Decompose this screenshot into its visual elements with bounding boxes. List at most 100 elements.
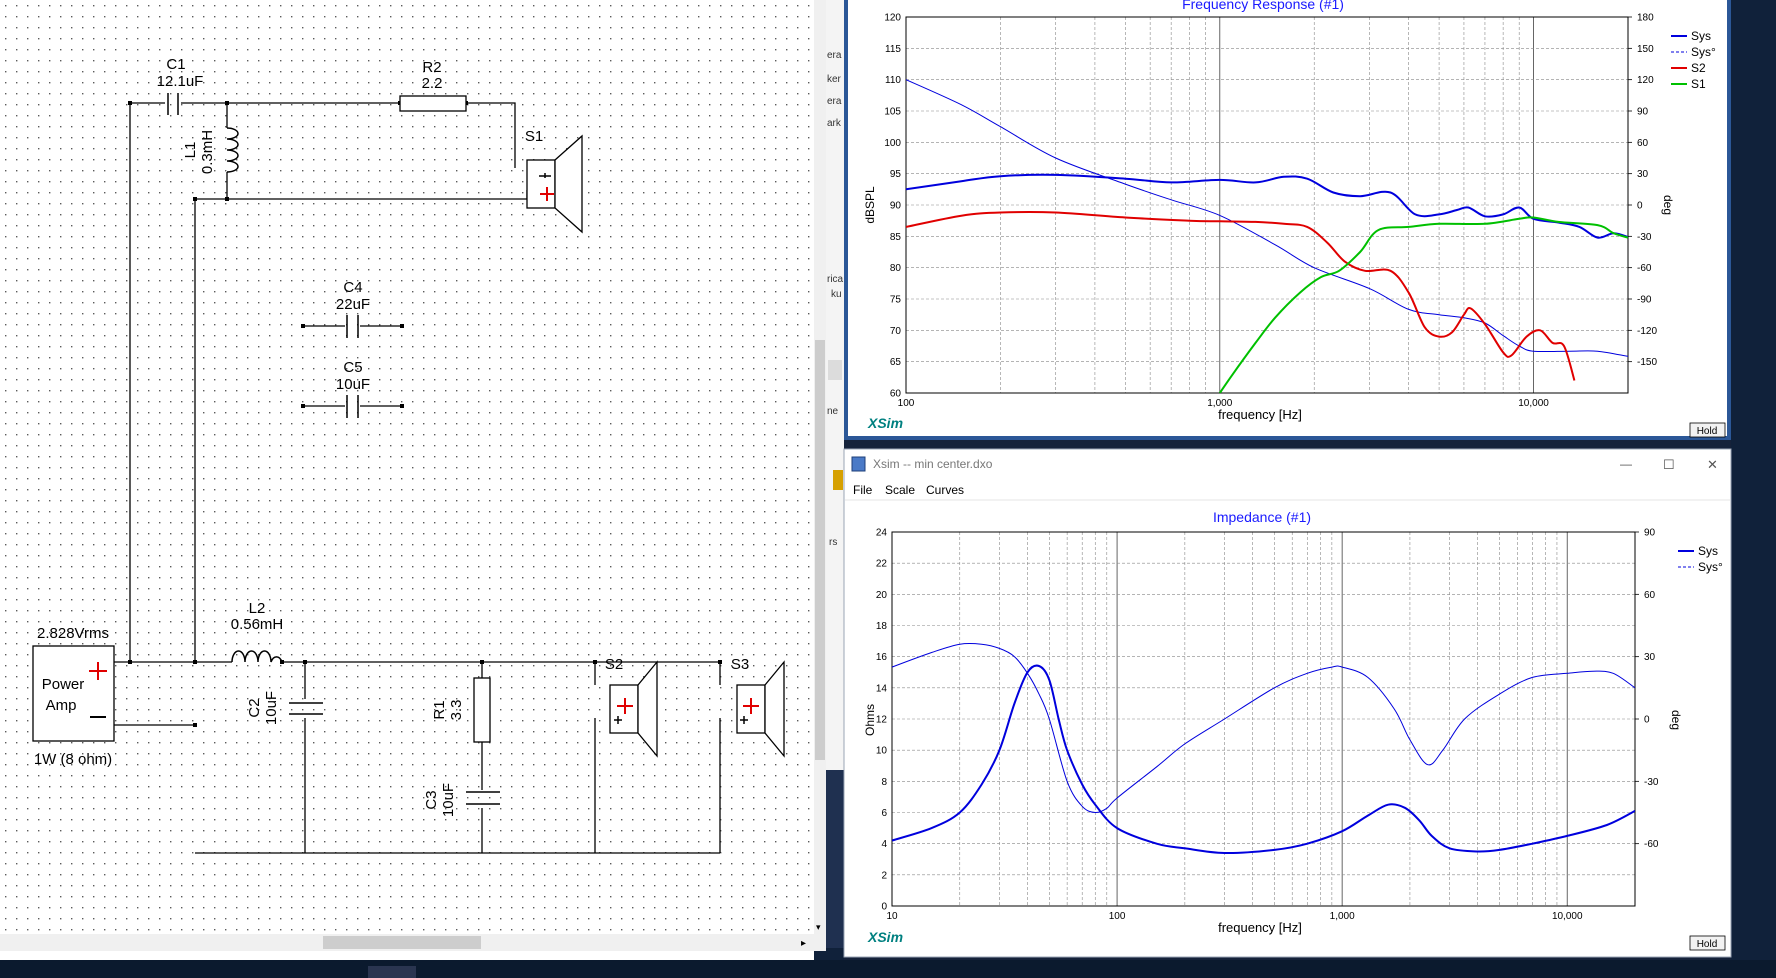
freq-y-tick-label: 85 [890,232,902,243]
freq-y-tick-label: 65 [890,357,902,368]
impedance-y-tick-label: 18 [876,621,888,632]
impedance-x-tick-label: 10,000 [1552,911,1583,922]
l2-value: 0.56mH [231,616,284,633]
amp-name-line2: Amp [46,697,77,714]
amp-name-line1: Power [42,676,85,693]
bg-fragment: ark [827,118,842,129]
freq-x-tick-label: 10,000 [1518,398,1549,409]
l1-value: 0.3mH [199,130,216,174]
impedance-x-tick-label: 100 [1109,911,1126,922]
impedance-window: Xsim -- min center.dxo — ☐ ✕ File Scale … [843,440,1732,960]
bg-fragment: era [827,50,842,61]
c5-value: 10uF [336,376,370,393]
r2-value: 2.2 [422,75,443,92]
freq-y2-tick-label: -30 [1637,232,1652,243]
impedance-y-tick-label: 6 [881,808,887,819]
impedance-y2-tick-label: 60 [1644,590,1656,601]
freq-chart-title: Frequency Response (#1) [1182,0,1344,12]
bg-fragment: era [827,96,842,107]
freq-y2-tick-label: 0 [1637,201,1643,212]
c2-name: C2 [246,698,263,717]
freq-y-tick-label: 110 [885,75,901,86]
scroll-right-icon[interactable]: ▸ [801,938,806,949]
close-icon[interactable]: ✕ [1707,457,1718,472]
impedance-y-tick-label: 2 [881,870,887,881]
impedance-chart-title: Impedance (#1) [1213,509,1311,525]
freq-y-tick-label: 95 [890,169,902,180]
s1-name: S1 [525,128,543,145]
freq-y-tick-label: 90 [890,201,902,212]
c5-name: C5 [343,359,362,376]
frequency-response-window: Frequency Response (#1) 60 65 70 75 80 85 90 95… [844,0,1731,440]
vertical-scrollbar[interactable]: ▾ [814,0,826,951]
impedance-y2-axis-label: deg [1669,710,1683,730]
maximize-icon[interactable]: ☐ [1663,457,1675,472]
impedance-legend-label: Sys° [1698,560,1723,574]
freq-y2-tick-label: -120 [1637,326,1657,337]
c1-name: C1 [166,56,185,73]
freq-y-tick-label: 105 [884,107,901,118]
impedance-y-tick-label: 24 [876,528,888,539]
menu-curves[interactable]: Curves [926,483,964,497]
c3-value: 10uF [440,783,457,817]
impedance-legend-label: Sys [1698,544,1718,558]
freq-y2-tick-label: -90 [1637,295,1652,306]
freq-hold-button[interactable]: Hold [1689,422,1726,438]
impedance-x-tick-label: 1,000 [1330,911,1355,922]
freq-legend-label: S2 [1691,61,1706,75]
impedance-y2-tick-label: -30 [1644,777,1659,788]
impedance-y-axis-label: Ohms [863,704,877,736]
impedance-y-tick-label: 22 [876,559,888,570]
freq-x-tick-label: 100 [898,398,915,409]
impedance-y2-tick-label: 30 [1644,652,1656,663]
freq-y-tick-label: 120 [884,13,901,24]
impedance-y-tick-label: 4 [881,839,887,850]
r2-name: R2 [422,59,441,76]
freq-y-tick-label: 100 [884,138,901,149]
impedance-hold-label: Hold [1697,939,1718,950]
freq-legend-label: Sys [1691,29,1711,43]
screen: C1 12.1uF R2 2.2 L1 0.3mH S1 C4 22uF C5 … [0,0,1776,978]
bg-fragment: ker [827,74,842,85]
freq-legend-label: Sys° [1691,45,1716,59]
freq-y2-tick-label: 180 [1637,13,1654,24]
bg-fragment: rica [827,274,844,285]
impedance-title-bar[interactable]: Xsim -- min center.dxo — ☐ ✕ [845,450,1730,478]
s2-name: S2 [605,656,623,673]
c4-name: C4 [343,279,362,296]
c2-value: 10uF [263,691,280,725]
amp-power: 1W (8 ohm) [34,751,112,768]
impedance-hold-button[interactable]: Hold [1689,935,1726,951]
freq-x-axis-label: frequency [Hz] [1218,407,1302,422]
c4-value: 22uF [336,296,370,313]
bg-fragment: ku [831,289,842,300]
bg-fragment: ne [827,406,839,417]
freq-y2-tick-label: 90 [1637,107,1649,118]
freq-y2-tick-label: 150 [1637,44,1654,55]
minimize-icon[interactable]: — [1620,457,1632,471]
schematic-editor[interactable]: C1 12.1uF R2 2.2 L1 0.3mH S1 C4 22uF C5 … [0,0,826,978]
impedance-window-title: Xsim -- min center.dxo [873,457,993,471]
freq-y2-tick-label: 30 [1637,169,1649,180]
l2-name: L2 [249,600,266,617]
freq-y2-tick-label: 60 [1637,138,1649,149]
taskbar [0,960,1776,978]
impedance-y-tick-label: 14 [876,683,888,694]
bg-fragment: rs [829,537,837,548]
menu-file[interactable]: File [853,483,873,497]
freq-brand-label: XSim [867,415,903,431]
impedance-y2-tick-label: 0 [1644,715,1650,726]
impedance-y-tick-label: 16 [876,652,888,663]
menu-scale[interactable]: Scale [885,483,915,497]
scroll-down-icon[interactable]: ▾ [816,922,821,932]
l1-name: L1 [182,142,199,159]
background-window-strip: era ker era ark rica ku ne rs [826,0,844,948]
horizontal-scrollbar[interactable]: ▸ [0,934,814,951]
impedance-x-axis-label: frequency [Hz] [1218,920,1302,935]
xsim-app-icon [851,456,866,472]
freq-y2-tick-label: -150 [1637,357,1657,368]
impedance-y2-tick-label: -60 [1644,839,1659,850]
r1-value: 3.3 [448,700,465,721]
freq-y-tick-label: 115 [885,44,901,55]
impedance-brand-label: XSim [867,929,903,945]
